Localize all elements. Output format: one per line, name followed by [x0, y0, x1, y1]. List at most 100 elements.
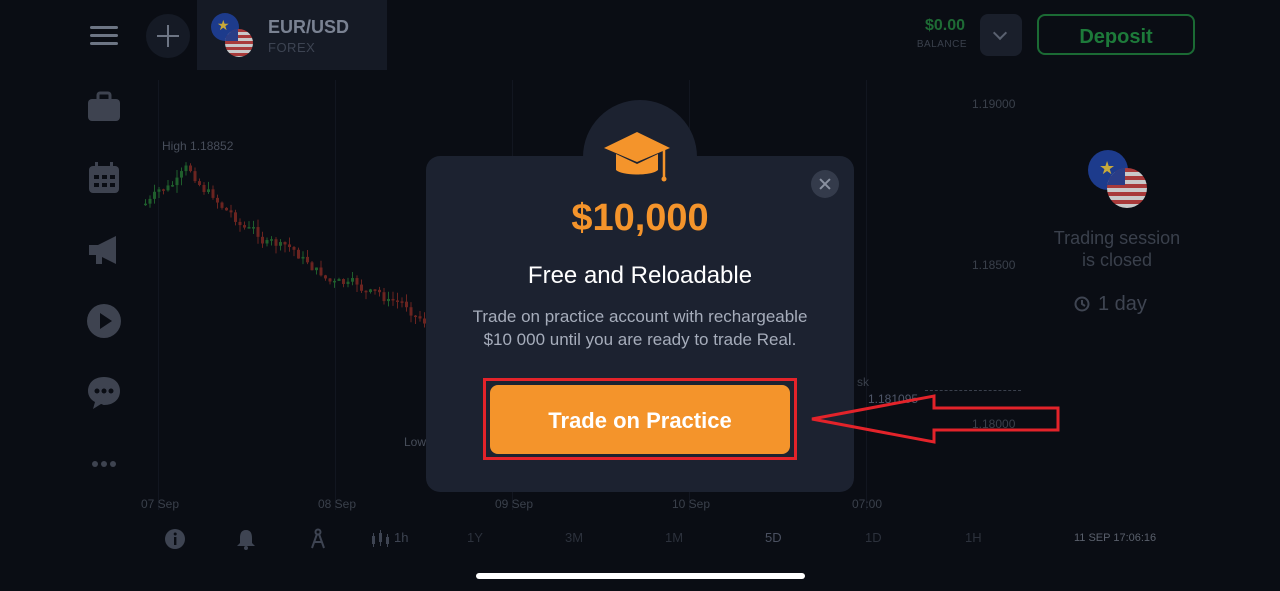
balance-label: BALANCE	[916, 39, 967, 50]
period-1d[interactable]: 1D	[865, 530, 882, 545]
candle-body	[378, 289, 381, 293]
period-5d[interactable]: 5D	[765, 530, 782, 545]
period-1m[interactable]: 1M	[665, 530, 683, 545]
candle-body	[189, 165, 192, 172]
candle-body	[144, 203, 147, 206]
calendar-icon[interactable]	[86, 160, 122, 196]
info-icon[interactable]	[164, 528, 186, 550]
candlestick-icon[interactable]	[370, 528, 392, 550]
candle-body	[207, 189, 210, 192]
candle-body	[301, 256, 305, 259]
modal-title: Free and Reloadable	[527, 262, 753, 289]
candle-body	[310, 262, 314, 271]
menu-icon[interactable]	[90, 26, 118, 46]
candle-body	[216, 197, 219, 203]
deposit-button[interactable]: Deposit	[1037, 14, 1195, 55]
date-label: 10 Sep	[672, 497, 711, 511]
price-level: 1.18500	[972, 258, 1016, 272]
chat-icon[interactable]	[86, 375, 122, 411]
candle-body	[162, 189, 165, 191]
clock-icon	[1074, 296, 1090, 312]
candle-body	[306, 256, 309, 263]
candle-interval[interactable]: 1h	[394, 530, 408, 545]
candle-body	[346, 281, 350, 284]
candle-body	[283, 242, 287, 245]
play-icon[interactable]	[86, 303, 122, 339]
briefcase-icon[interactable]	[86, 89, 122, 125]
date-label: 07:00	[852, 497, 883, 511]
candle-body	[292, 247, 296, 250]
graduation-cap-icon	[604, 132, 670, 182]
chart-low-label: Low	[404, 435, 427, 449]
practice-amount: $10,000	[571, 197, 709, 239]
candle-body	[387, 298, 390, 302]
candle-body	[364, 290, 368, 293]
candle-body	[261, 236, 264, 244]
close-icon[interactable]	[811, 170, 839, 198]
bell-icon[interactable]	[235, 528, 257, 550]
server-time: 11 SEP 17:06:16	[1074, 532, 1157, 544]
candle-body	[247, 227, 251, 229]
candle-body	[418, 316, 422, 319]
session-duration: 1 day	[1098, 293, 1147, 315]
more-icon[interactable]	[86, 448, 122, 484]
account-dropdown-button[interactable]	[980, 14, 1022, 56]
candle-body	[171, 185, 174, 187]
drawing-tool-icon[interactable]	[307, 528, 329, 550]
candle-body	[373, 289, 377, 291]
candle-body	[328, 278, 332, 282]
candle-body	[229, 210, 233, 213]
candle-body	[238, 221, 242, 226]
candle-body	[396, 300, 399, 302]
candle-body	[315, 267, 318, 271]
balance-value: $0.00	[924, 17, 965, 34]
candle-body	[252, 227, 255, 229]
chart-high-label: High 1.18852	[162, 139, 234, 153]
candle-body	[270, 239, 273, 241]
us-flag-icon	[1107, 168, 1147, 208]
price-level: 1.19000	[972, 97, 1016, 111]
annotation-arrow	[811, 394, 1060, 444]
date-label: 07 Sep	[141, 497, 180, 511]
date-label: 08 Sep	[318, 497, 357, 511]
asset-type: FOREX	[268, 40, 316, 55]
session-status: Trading session is closed	[1053, 228, 1181, 270]
candle-body	[274, 239, 278, 246]
megaphone-icon[interactable]	[86, 232, 122, 268]
candle-body	[166, 185, 170, 191]
candle-body	[265, 240, 269, 244]
candle-body	[414, 315, 417, 318]
candle-body	[400, 301, 404, 303]
current-price-line	[925, 390, 1021, 391]
candle-body	[382, 292, 386, 302]
candle-body	[175, 177, 179, 186]
candle-body	[324, 275, 327, 279]
period-1y[interactable]: 1Y	[467, 530, 483, 545]
candle-body	[279, 242, 282, 246]
candle-body	[355, 278, 359, 285]
candle-body	[225, 207, 228, 211]
candle-body	[288, 244, 291, 248]
candle-body	[333, 280, 336, 283]
candle-body	[153, 191, 156, 199]
modal-description: Trade on practice account with rechargea…	[472, 307, 808, 349]
candle-body	[342, 279, 345, 284]
period-1h[interactable]: 1H	[965, 530, 982, 545]
ask-label: sk	[857, 375, 869, 389]
trade-on-practice-button[interactable]: Trade on Practice	[490, 385, 790, 454]
us-flag-icon	[225, 29, 253, 57]
candle-body	[234, 212, 237, 222]
candle-body	[391, 298, 395, 301]
candle-body	[319, 267, 323, 276]
candle-body	[297, 249, 300, 259]
home-indicator[interactable]	[476, 573, 805, 579]
period-3m[interactable]: 3M	[565, 530, 583, 545]
candle-body	[256, 227, 260, 237]
candle-body	[351, 278, 354, 282]
candle-body	[184, 165, 188, 172]
candle-body	[369, 289, 372, 293]
candle-body	[360, 284, 363, 291]
add-asset-button[interactable]	[146, 14, 190, 58]
candle-body	[243, 225, 246, 228]
candle-body	[157, 189, 161, 192]
